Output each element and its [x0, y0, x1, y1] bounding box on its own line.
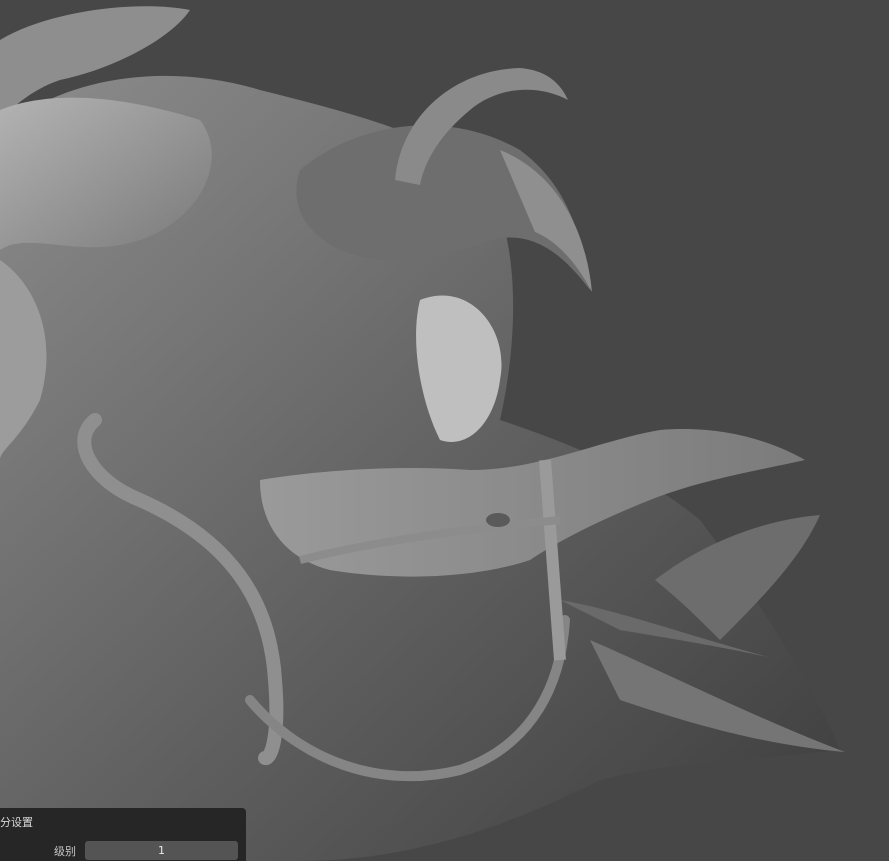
level-input[interactable]: 1 — [85, 841, 238, 860]
level-label: 级别 — [54, 845, 76, 858]
panel-title: 分设置 — [0, 816, 33, 829]
3d-viewport[interactable] — [0, 0, 889, 861]
subdivision-panel: 分设置 级别 1 — [0, 808, 246, 861]
eye — [486, 513, 510, 527]
sculpt-model — [0, 6, 845, 861]
